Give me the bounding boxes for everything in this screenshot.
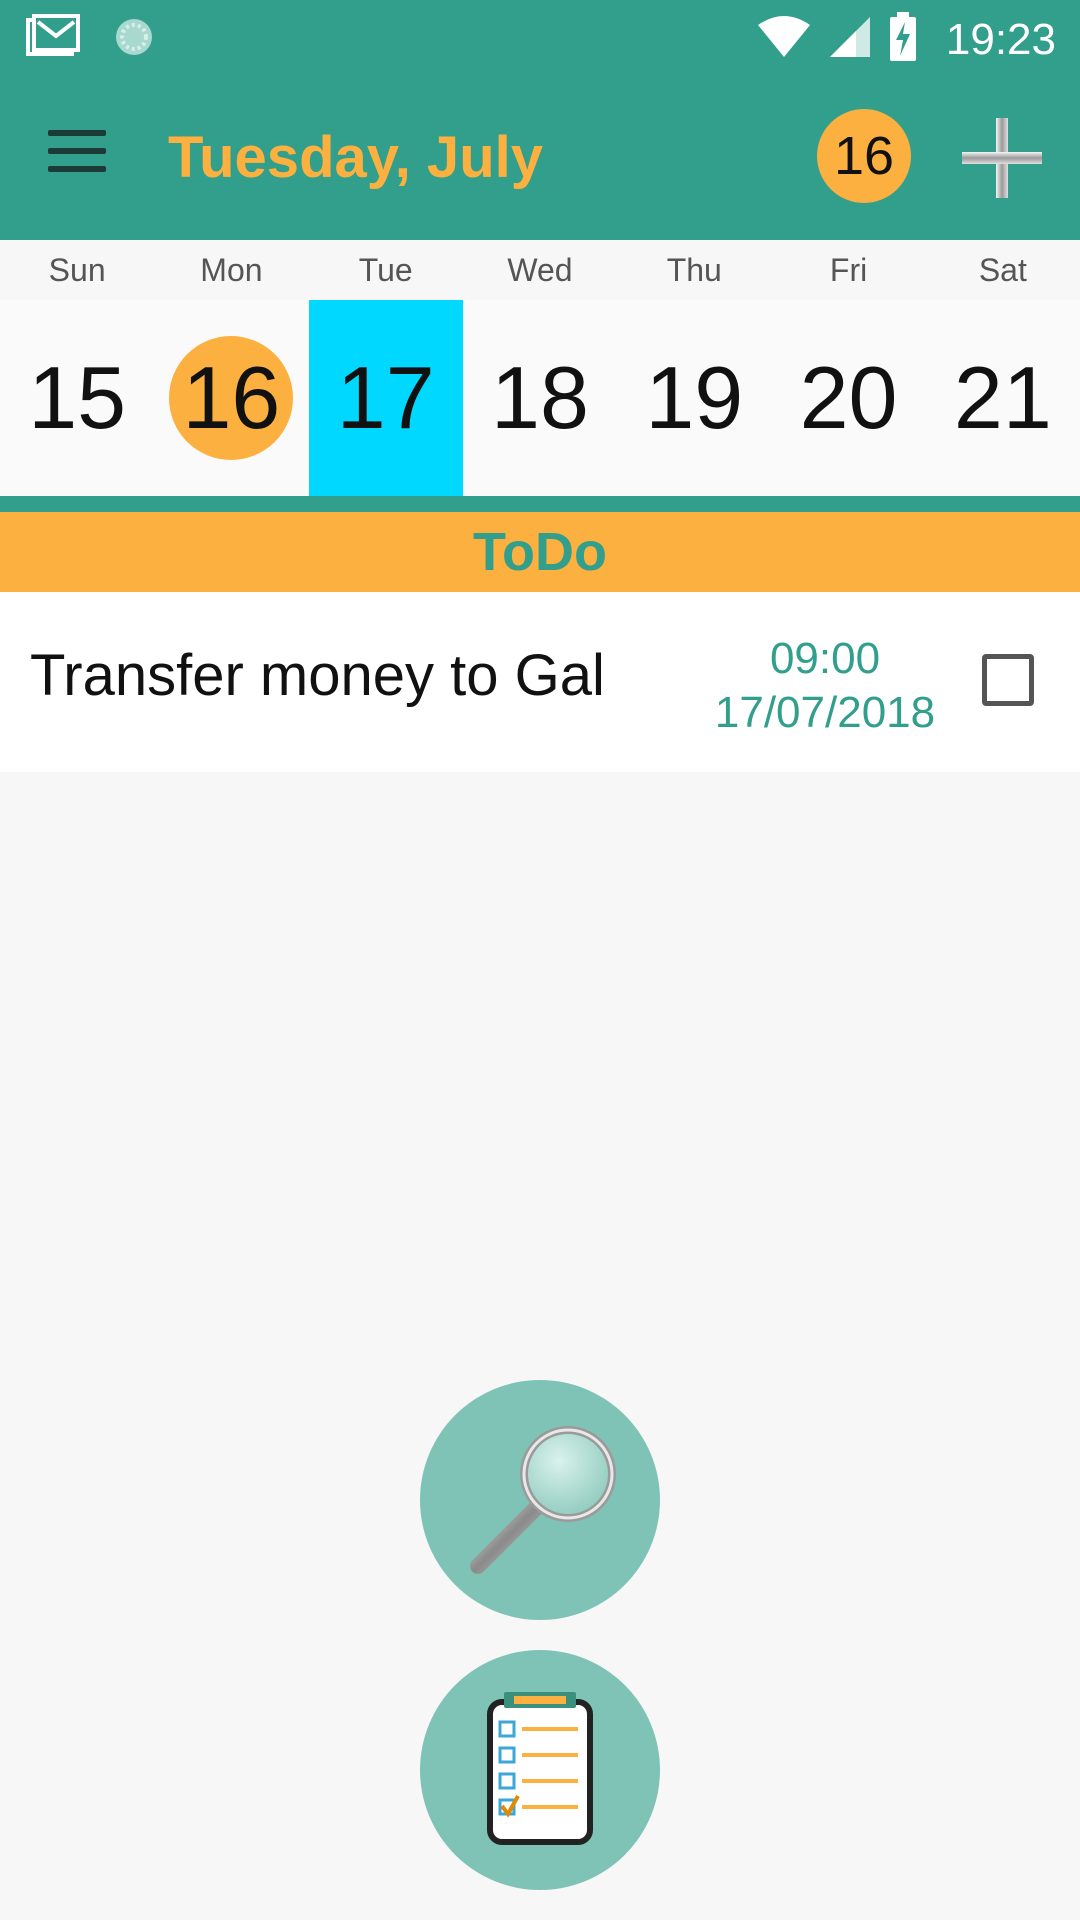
today-button[interactable]: 16 (817, 109, 911, 203)
task-datetime: 09:00 17/07/2018 (700, 632, 950, 740)
date-number: 16 (182, 348, 281, 447)
reminders-icon (480, 1688, 600, 1853)
date-number: 19 (645, 348, 744, 447)
app-toolbar: Tuesday, July 16 (0, 78, 1080, 240)
date-number: 15 (28, 348, 127, 447)
add-icon[interactable] (960, 116, 1044, 200)
date-cell[interactable]: 20 (771, 300, 925, 496)
search-icon (450, 1408, 630, 1593)
gmail-icon (26, 14, 82, 65)
page-title: Tuesday, July (168, 125, 543, 190)
task-title: Transfer money to Gal (30, 643, 605, 708)
task-date: 17/07/2018 (714, 688, 936, 737)
menu-icon[interactable] (48, 130, 118, 190)
weekday-label: Tue (358, 252, 413, 288)
divider (0, 496, 1080, 512)
date-cell-today[interactable]: 16 (154, 300, 308, 496)
date-cell[interactable]: 19 (617, 300, 771, 496)
date-number: 17 (336, 348, 435, 447)
status-bar: 19:23 (0, 0, 1080, 78)
date-cell-selected[interactable]: 17 (308, 300, 463, 496)
weekday-label: Thu (666, 252, 722, 288)
status-time: 19:23 (945, 14, 1056, 64)
date-cell[interactable]: 18 (463, 300, 617, 496)
wifi-icon (756, 15, 812, 64)
task-checkbox[interactable] (982, 654, 1034, 706)
weekday-label: Sat (978, 252, 1027, 288)
weekday-label: Fri (829, 252, 868, 288)
weekday-header: Sun Mon Tue Wed Thu Fri Sat (0, 240, 1080, 300)
signal-icon (828, 15, 872, 64)
section-title: ToDo (0, 512, 1080, 592)
week-date-strip: 15 16 17 18 19 20 21 (0, 300, 1080, 496)
reminders-button[interactable] (420, 1650, 660, 1890)
date-number: 21 (953, 348, 1052, 447)
loading-icon (112, 15, 156, 64)
date-number: 18 (491, 348, 589, 447)
weekday-label: Mon (200, 252, 263, 288)
search-button[interactable] (420, 1380, 660, 1620)
weekday-label: Wed (507, 252, 573, 288)
task-time: 09:00 (769, 634, 881, 683)
date-cell[interactable]: 15 (0, 300, 154, 496)
date-number: 20 (799, 348, 898, 447)
task-item[interactable]: Transfer money to Gal 09:00 17/07/2018 (0, 592, 1080, 772)
weekday-label: Sun (48, 252, 106, 288)
date-cell[interactable]: 21 (926, 300, 1080, 496)
battery-charging-icon (888, 12, 918, 67)
